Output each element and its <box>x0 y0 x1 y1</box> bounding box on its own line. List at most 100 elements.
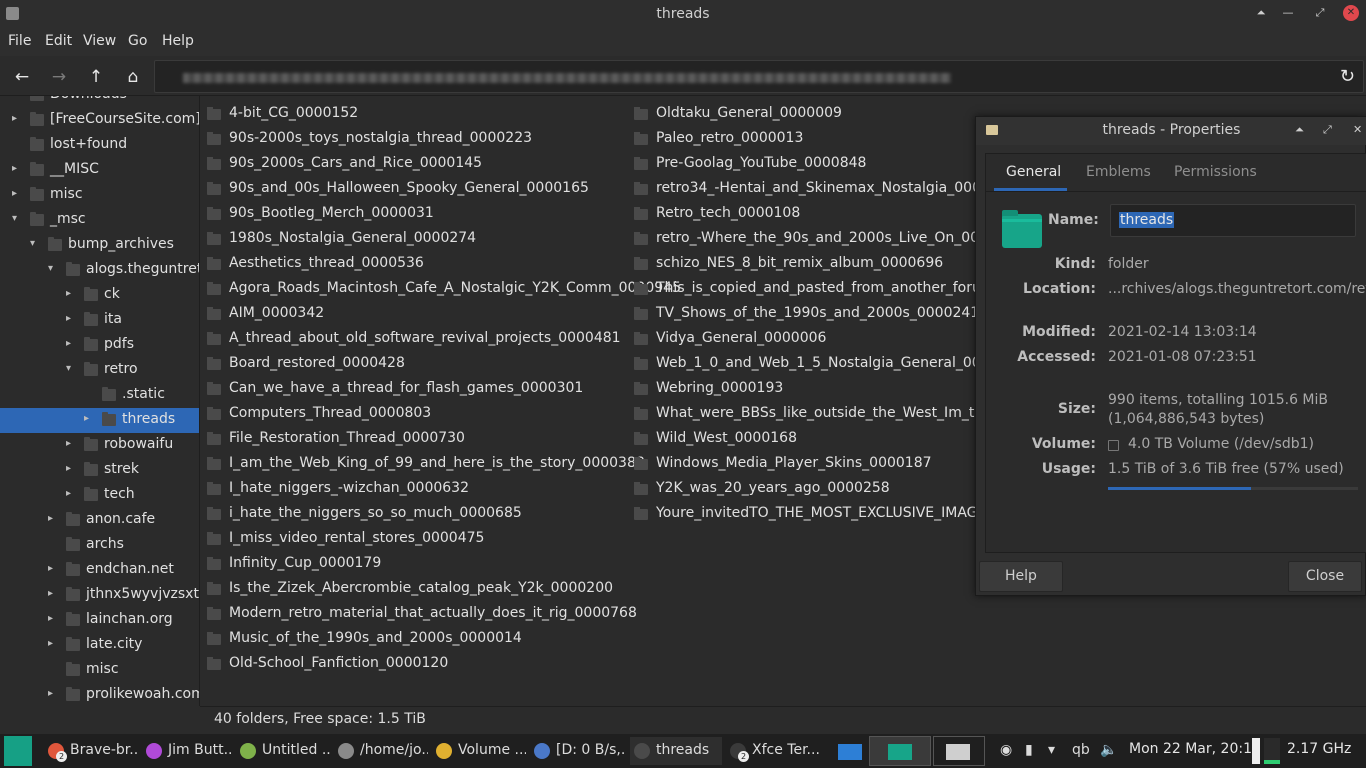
tab-permissions[interactable]: Permissions <box>1174 164 1257 180</box>
taskbar-task[interactable]: /home/jo... <box>334 737 428 765</box>
taskbar-task[interactable]: 2 Xfce Ter... <box>726 737 828 765</box>
maximize-icon[interactable]: ⤢ <box>1312 5 1328 21</box>
battery-icon[interactable]: ▮ <box>1025 742 1033 758</box>
expand-arrow-icon[interactable]: ▸ <box>84 413 94 424</box>
expand-arrow-icon[interactable]: ▸ <box>66 463 76 474</box>
expand-arrow-icon[interactable]: ▸ <box>12 163 22 174</box>
taskbar-task[interactable]: Jim Butt... <box>142 737 232 765</box>
tab-emblems[interactable]: Emblems <box>1086 164 1151 180</box>
collapse-arrow-icon[interactable]: ▾ <box>30 238 40 249</box>
menu-view[interactable]: View <box>83 33 116 49</box>
taskbar-task[interactable]: Volume ... <box>432 737 526 765</box>
wifi-icon[interactable]: ▾ <box>1048 742 1055 758</box>
sidebar-item[interactable]: ▸ threads <box>0 408 199 433</box>
shade-icon[interactable]: ⏶ <box>1253 5 1269 21</box>
location-label: Location: <box>1023 281 1096 297</box>
workspace-1[interactable] <box>836 736 866 766</box>
folder-icon <box>48 237 62 251</box>
sidebar-item-label: ck <box>104 286 120 302</box>
taskbar-task[interactable]: 2 Brave-br... <box>44 737 138 765</box>
folder-icon <box>30 96 44 101</box>
sidebar-item[interactable]: ▸ pdfs <box>0 333 199 358</box>
sidebar-item[interactable]: ▾ bump_archives <box>0 233 199 258</box>
menu-edit[interactable]: Edit <box>45 33 72 49</box>
task-label: /home/jo... <box>360 742 428 758</box>
tab-general[interactable]: General <box>1006 164 1061 180</box>
dialog-close-icon[interactable]: ✕ <box>1353 123 1362 136</box>
expand-arrow-icon[interactable]: ▸ <box>66 438 76 449</box>
sidebar-item[interactable]: ▸ tech <box>0 483 199 508</box>
sidebar-item-label: pdfs <box>104 336 134 352</box>
menu-go[interactable]: Go <box>128 33 147 49</box>
folder-icon <box>634 107 648 120</box>
qbittorrent-icon[interactable]: qb <box>1072 742 1090 758</box>
dialog-shade-icon[interactable]: ⏶ <box>1295 123 1304 137</box>
workspace-3[interactable] <box>933 736 985 766</box>
expand-arrow-icon[interactable]: ▸ <box>48 638 58 649</box>
folder-icon <box>66 687 80 701</box>
expand-arrow-icon[interactable]: ▸ <box>66 313 76 324</box>
sidebar-item[interactable]: archs <box>0 533 199 558</box>
collapse-arrow-icon[interactable]: ▾ <box>12 213 22 224</box>
folder-name: Pre-Goolag_YouTube_0000848 <box>656 155 867 171</box>
expand-arrow-icon[interactable]: ▸ <box>66 488 76 499</box>
sidebar-item[interactable]: ▸ late.city <box>0 633 199 658</box>
sidebar-item[interactable]: ▸ endchan.net <box>0 558 199 583</box>
refresh-icon[interactable]: ↻ <box>1340 66 1355 87</box>
sidebar-item[interactable]: ▾ retro <box>0 358 199 383</box>
expand-arrow-icon[interactable]: ▸ <box>12 188 22 199</box>
sidebar-item[interactable]: ▸ misc <box>0 183 199 208</box>
folder-icon <box>30 137 44 151</box>
expand-arrow-icon[interactable]: ▸ <box>12 96 22 99</box>
clock[interactable]: Mon 22 Mar, 20:15 <box>1129 741 1261 757</box>
taskbar-task[interactable]: Untitled ... <box>236 737 330 765</box>
expand-arrow-icon[interactable]: ▸ <box>66 288 76 299</box>
sidebar-item[interactable]: ▸ anon.cafe <box>0 508 199 533</box>
location-bar[interactable]: ↻ <box>154 60 1364 93</box>
up-icon[interactable]: ↑ <box>85 66 107 88</box>
sidebar-item[interactable]: ▸ Downloads <box>0 96 199 108</box>
dialog-maximize-icon[interactable]: ⤢ <box>1323 123 1332 137</box>
expand-arrow-icon[interactable]: ▸ <box>48 588 58 599</box>
expand-arrow-icon[interactable]: ▸ <box>12 113 22 124</box>
sidebar-item[interactable]: ▸ strek <box>0 458 199 483</box>
expand-arrow-icon[interactable]: ▸ <box>48 563 58 574</box>
name-field[interactable]: threads <box>1110 204 1356 237</box>
sidebar-item[interactable]: ▸ ita <box>0 308 199 333</box>
back-icon[interactable]: ← <box>11 66 33 88</box>
sidebar-item[interactable]: ▸ robowaifu <box>0 433 199 458</box>
forward-icon[interactable]: → <box>48 66 70 88</box>
expand-arrow-icon[interactable]: ▸ <box>66 338 76 349</box>
menu-help[interactable]: Help <box>162 33 194 49</box>
help-button[interactable]: Help <box>979 561 1063 592</box>
sidebar-item[interactable]: .static <box>0 383 199 408</box>
sidebar-item[interactable]: ▸ jthnx5wyvjvzsxtu <box>0 583 199 608</box>
collapse-arrow-icon[interactable]: ▾ <box>66 363 76 374</box>
expand-arrow-icon[interactable]: ▸ <box>48 688 58 699</box>
taskbar-task[interactable]: [D: 0 B/s,... <box>530 737 626 765</box>
sidebar-item[interactable]: ▸ [FreeCourseSite.com] Udemy <box>0 108 199 133</box>
collapse-arrow-icon[interactable]: ▾ <box>48 263 58 274</box>
sidebar-item[interactable]: ▸ __MISC <box>0 158 199 183</box>
expand-arrow-icon[interactable]: ▸ <box>48 513 58 524</box>
minimize-icon[interactable]: — <box>1280 5 1296 21</box>
sidebar-item[interactable]: ▾ _msc <box>0 208 199 233</box>
menu-file[interactable]: File <box>8 33 31 49</box>
workspace-2[interactable] <box>869 736 931 766</box>
expand-arrow-icon[interactable]: ▸ <box>48 613 58 624</box>
sidebar-item[interactable]: ▸ prolikewoah.com <box>0 683 199 706</box>
steam-icon[interactable]: ◉ <box>1000 742 1012 758</box>
taskbar-task[interactable]: threads <box>630 737 722 765</box>
volume-icon[interactable]: 🔈 <box>1100 742 1117 758</box>
menu-launcher-icon[interactable] <box>4 736 32 766</box>
sidebar-item[interactable]: ▸ ck <box>0 283 199 308</box>
close-button[interactable]: Close <box>1288 561 1362 592</box>
close-icon[interactable]: ✕ <box>1343 5 1359 21</box>
home-icon[interactable]: ⌂ <box>122 66 144 88</box>
sidebar-item[interactable]: ▸ lainchan.org <box>0 608 199 633</box>
sidebar-item[interactable]: ▾ alogs.theguntretort.com <box>0 258 199 283</box>
sidebar-item[interactable]: misc <box>0 658 199 683</box>
sidebar-item[interactable]: lost+found <box>0 133 199 158</box>
folder-icon <box>634 157 648 170</box>
sidebar-item-label: strek <box>104 461 139 477</box>
